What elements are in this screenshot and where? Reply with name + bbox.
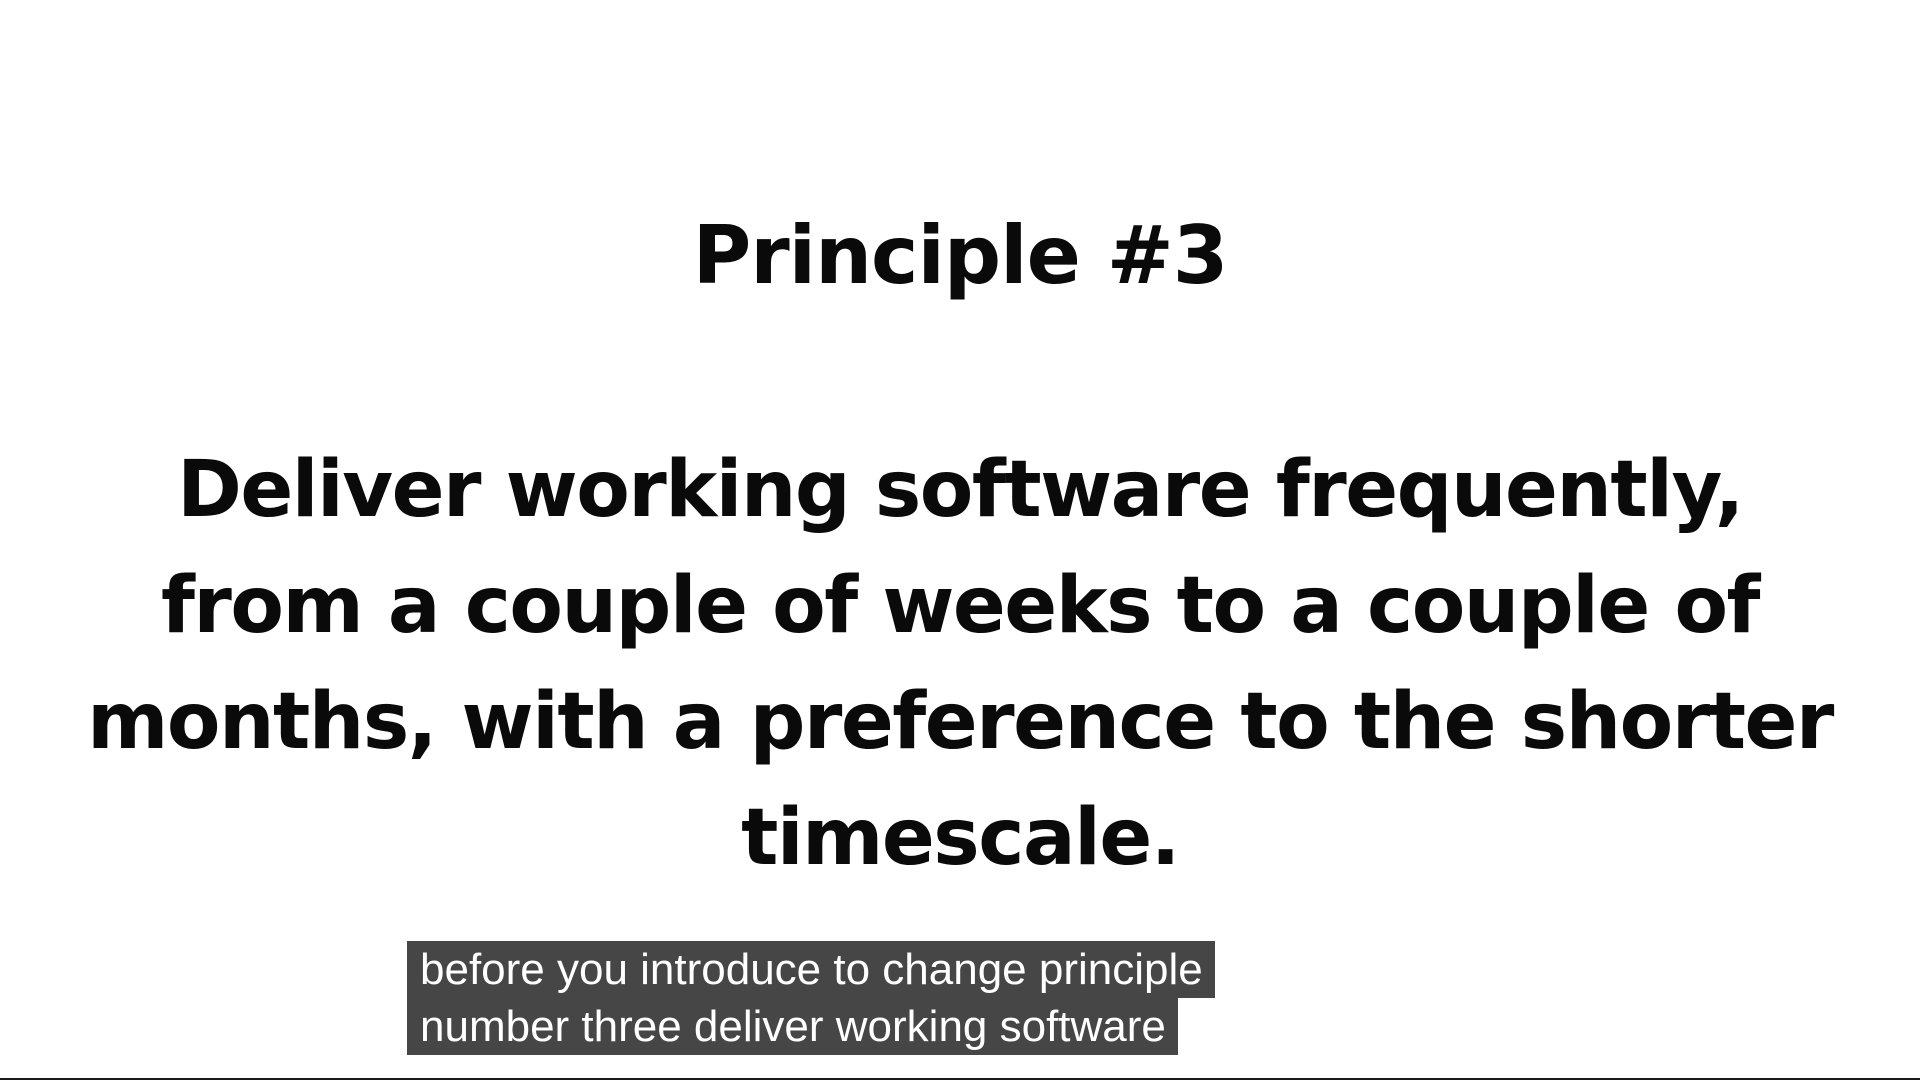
video-player[interactable]: Principle #3 Deliver working software fr…	[0, 0, 1920, 1080]
slide-body-line: timescale.	[741, 793, 1180, 883]
slide-body: Deliver working software frequently, fro…	[80, 432, 1840, 896]
slide-title: Principle #3	[692, 209, 1229, 302]
slide: Principle #3 Deliver working software fr…	[0, 0, 1920, 1078]
slide-body-line: from a couple of weeks to a couple of	[160, 561, 1761, 651]
slide-body-line: months, with a preference to the shorter	[87, 677, 1834, 767]
caption-line: before you introduce to change principle	[407, 941, 1215, 998]
slide-body-line: Deliver working software frequently,	[177, 445, 1744, 535]
caption-window: before you introduce to change principle…	[407, 941, 1215, 1055]
caption-line: number three deliver working software	[407, 998, 1178, 1055]
